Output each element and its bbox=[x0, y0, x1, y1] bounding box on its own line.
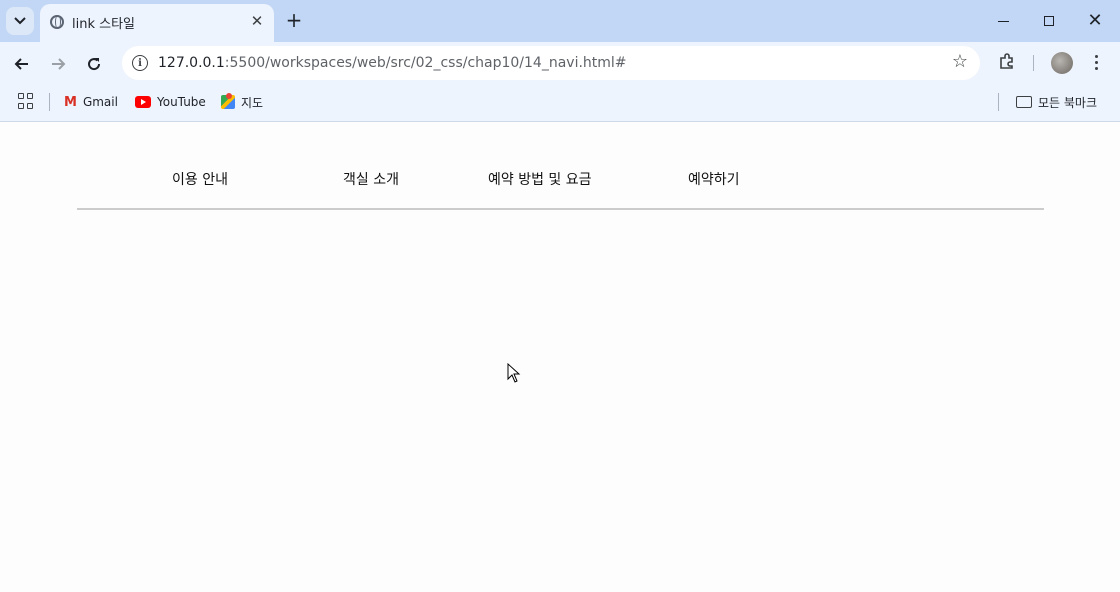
tab-close-button[interactable]: ✕ bbox=[248, 12, 266, 30]
tab-title: link 스타일 bbox=[72, 17, 136, 32]
bookmark-gmail[interactable]: M Gmail bbox=[64, 93, 118, 111]
more-vert-icon[interactable] bbox=[1088, 50, 1104, 74]
nav-link-booking-rates[interactable]: 예약 방법 및 요금 bbox=[488, 169, 592, 189]
url-text[interactable]: 127.0.0.1:5500/workspaces/web/src/02_css… bbox=[158, 55, 627, 71]
maps-icon bbox=[221, 93, 235, 109]
bookmark-maps[interactable]: 지도 bbox=[221, 93, 263, 111]
minimize-icon bbox=[997, 20, 1009, 22]
arrow-right-icon bbox=[52, 58, 66, 70]
url-host: 127.0.0.1 bbox=[158, 55, 225, 71]
window-close-button[interactable]: ✕ bbox=[1072, 6, 1118, 36]
new-tab-button[interactable]: + bbox=[282, 8, 306, 32]
site-navigation: 이용 안내 객실 소개 예약 방법 및 요금 예약하기 bbox=[77, 123, 1044, 210]
forward-button[interactable] bbox=[44, 50, 72, 78]
close-icon: ✕ bbox=[250, 12, 264, 30]
info-icon[interactable]: i bbox=[132, 55, 148, 71]
back-button[interactable] bbox=[8, 50, 36, 78]
toolbar-divider bbox=[1033, 55, 1034, 71]
maximize-icon bbox=[1044, 16, 1054, 26]
star-icon[interactable]: ☆ bbox=[952, 51, 968, 72]
nav-link-reserve[interactable]: 예약하기 bbox=[688, 169, 740, 189]
tab-strip: link 스타일 ✕ + ✕ bbox=[0, 0, 1120, 42]
profile-avatar[interactable] bbox=[1051, 52, 1073, 74]
folder-icon bbox=[1016, 96, 1032, 108]
mouse-cursor-icon bbox=[507, 363, 521, 383]
bookmark-youtube[interactable]: YouTube bbox=[135, 93, 206, 111]
bookmark-label: YouTube bbox=[157, 95, 206, 109]
active-tab[interactable]: link 스타일 ✕ bbox=[40, 4, 274, 42]
minimize-button[interactable] bbox=[980, 6, 1026, 36]
bookmark-label: Gmail bbox=[82, 95, 118, 109]
all-bookmarks-label: 모든 북마크 bbox=[1038, 95, 1098, 110]
address-bar[interactable]: i 127.0.0.1:5500/workspaces/web/src/02_c… bbox=[122, 46, 980, 80]
arrow-left-icon bbox=[14, 58, 28, 70]
bookmarks-divider bbox=[998, 93, 999, 111]
tab-search-button[interactable] bbox=[6, 7, 34, 35]
gmail-icon: M bbox=[64, 94, 77, 110]
plus-icon: + bbox=[285, 8, 303, 32]
reload-icon bbox=[88, 58, 101, 71]
apps-grid-icon[interactable] bbox=[18, 93, 34, 109]
bookmark-label: 지도 bbox=[241, 95, 264, 110]
bookmarks-bar: M Gmail YouTube 지도 모든 북마크 bbox=[0, 84, 1120, 122]
url-path: :5500/workspaces/web/src/02_css/chap10/1… bbox=[224, 55, 627, 71]
nav-link-rooms[interactable]: 객실 소개 bbox=[343, 169, 399, 189]
reload-button[interactable] bbox=[80, 50, 108, 78]
close-icon: ✕ bbox=[1087, 10, 1103, 31]
globe-icon bbox=[50, 15, 64, 29]
all-bookmarks-button[interactable]: 모든 북마크 bbox=[1016, 93, 1097, 111]
puzzle-icon[interactable] bbox=[996, 50, 1018, 72]
nav-link-usage-guide[interactable]: 이용 안내 bbox=[172, 169, 228, 189]
page-viewport: 이용 안내 객실 소개 예약 방법 및 요금 예약하기 bbox=[0, 123, 1120, 592]
youtube-icon bbox=[135, 96, 151, 108]
maximize-button[interactable] bbox=[1026, 6, 1072, 36]
browser-toolbar: i 127.0.0.1:5500/workspaces/web/src/02_c… bbox=[0, 42, 1120, 84]
bookmarks-divider bbox=[49, 93, 50, 111]
chevron-down-icon bbox=[14, 17, 26, 25]
